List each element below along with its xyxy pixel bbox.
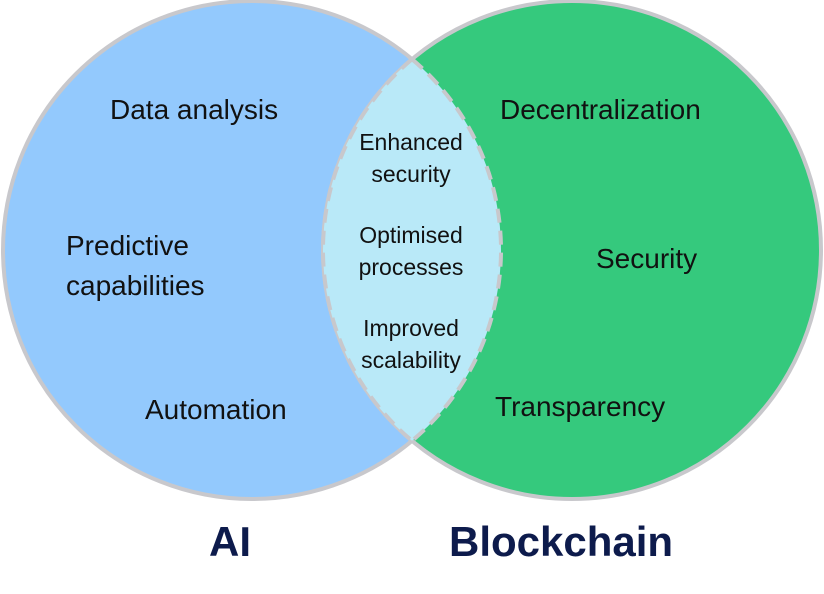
ai-title: AI — [209, 518, 251, 565]
blockchain-title: Blockchain — [449, 518, 674, 565]
shared-item-improved-scalability: Improved scalability — [361, 315, 461, 373]
blockchain-item-decentralization: Decentralization — [500, 94, 701, 125]
ai-item-predictive-capabilities: Predictive capabilities — [66, 230, 205, 301]
ai-item-data-analysis: Data analysis — [110, 94, 279, 125]
ai-item-automation: Automation — [145, 394, 287, 425]
shared-item-optimised-processes: Optimised processes — [358, 222, 464, 280]
blockchain-item-transparency: Transparency — [495, 391, 666, 422]
venn-diagram: Data analysis Predictive capabilities Au… — [0, 0, 824, 594]
shared-item-enhanced-security: Enhanced security — [359, 129, 463, 187]
blockchain-item-security: Security — [596, 243, 698, 274]
